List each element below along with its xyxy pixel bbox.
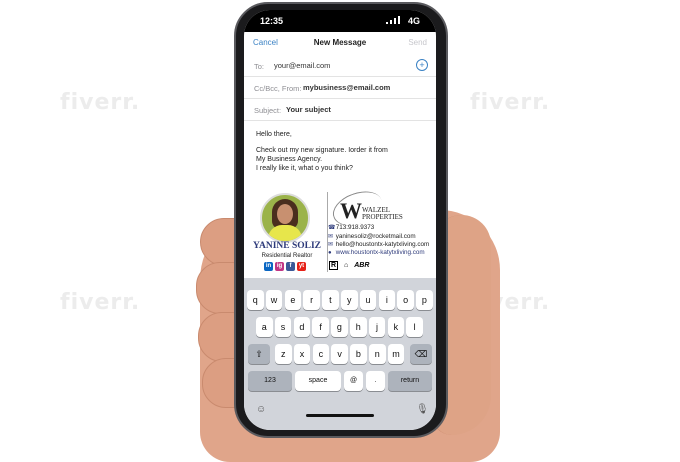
- signature-name: YANINE SOLIZ: [252, 241, 322, 251]
- watermark: fiverr.: [60, 90, 141, 115]
- key-n[interactable]: n: [369, 344, 386, 364]
- key-c[interactable]: c: [312, 344, 330, 364]
- backspace-icon: ⌫: [414, 349, 428, 359]
- phone-icon: ☎: [328, 225, 336, 231]
- signature-website: ● www.houstontx-katytxliving.com: [328, 249, 425, 256]
- to-input[interactable]: your@email.com: [274, 61, 330, 70]
- key-u[interactable]: u: [359, 290, 377, 310]
- compose-title: New Message: [313, 38, 367, 47]
- key-a[interactable]: a: [256, 317, 273, 337]
- realtor-badges: R ⌂ ABR: [329, 261, 373, 270]
- cc-field[interactable]: Cc/Bcc, From: mybusiness@email.com: [244, 77, 436, 99]
- key-g[interactable]: g: [331, 317, 348, 337]
- key-h[interactable]: h: [350, 317, 367, 337]
- key-m[interactable]: m: [387, 344, 405, 364]
- website-link[interactable]: www.houstontx-katytxliving.com: [336, 249, 425, 256]
- compose-nav: Cancel New Message Send: [244, 32, 436, 54]
- signature-phone: ☎ 713.918.9373: [328, 224, 374, 231]
- key-o[interactable]: o: [397, 290, 414, 310]
- key-v[interactable]: v: [331, 344, 348, 364]
- phone-number: 713.918.9373: [335, 224, 375, 231]
- key-i[interactable]: i: [378, 290, 396, 310]
- mail-icon: ✉: [328, 234, 334, 240]
- watermark: fiverr.: [60, 290, 141, 315]
- body-greeting: Hello there,: [256, 131, 292, 138]
- shift-icon: ⇧: [255, 349, 263, 359]
- key-w[interactable]: w: [265, 290, 283, 310]
- shift-key[interactable]: ⇧: [248, 344, 270, 364]
- cc-label: Cc/Bcc, From:: [254, 84, 302, 93]
- key-y[interactable]: y: [341, 290, 358, 310]
- key-p[interactable]: p: [416, 290, 433, 310]
- watermark: fiverr.: [470, 90, 551, 115]
- body-line: Check out my new signature. Iorder it fr…: [256, 147, 388, 154]
- status-bar: 12:35 4G: [244, 10, 436, 32]
- subject-input[interactable]: Your subject: [286, 105, 331, 114]
- abr-icon: ABR: [354, 262, 370, 269]
- signature-divider: [327, 192, 328, 272]
- globe-icon: ●: [328, 250, 332, 256]
- space-key[interactable]: space: [295, 371, 341, 391]
- microphone-icon[interactable]: 🎙: [416, 404, 429, 415]
- body-line: I really like it, what o you think?: [256, 165, 353, 172]
- key-z[interactable]: z: [275, 344, 292, 364]
- email-address[interactable]: yaninesoliz@rocketmail.com: [336, 233, 416, 240]
- period-key[interactable]: .: [366, 371, 385, 391]
- keyboard: qwertyuiop asdfghjkl zxcvbnm ⇧ ⌫ 123 spa…: [244, 278, 436, 430]
- signature-email: ✉ yaninesoliz@rocketmail.com: [328, 233, 416, 240]
- add-contact-icon[interactable]: +: [416, 59, 428, 71]
- status-network: 4G: [407, 16, 420, 26]
- key-r[interactable]: r: [303, 290, 320, 310]
- send-button[interactable]: Send: [408, 38, 427, 47]
- subject-field[interactable]: Subject: Your subject: [244, 99, 436, 121]
- key-j[interactable]: j: [368, 317, 386, 337]
- subject-label: Subject:: [254, 106, 282, 115]
- facebook-icon[interactable]: f: [286, 262, 295, 271]
- avatar: [260, 193, 310, 243]
- company-name-line2: PROPERTIES: [362, 213, 403, 221]
- key-l[interactable]: l: [406, 317, 423, 337]
- youtube-icon[interactable]: yt: [297, 262, 306, 271]
- key-d[interactable]: d: [293, 317, 311, 337]
- emoji-icon[interactable]: ☺: [256, 404, 266, 415]
- key-b[interactable]: b: [350, 344, 367, 364]
- key-q[interactable]: q: [247, 290, 264, 310]
- equal-housing-icon: ⌂: [344, 262, 349, 269]
- key-f[interactable]: f: [312, 317, 329, 337]
- to-label: To:: [254, 62, 265, 71]
- home-indicator: [306, 414, 374, 417]
- signature-email: ✉ hello@houstontx-katytxliving.com: [328, 241, 429, 248]
- mail-icon: ✉: [328, 242, 334, 248]
- at-key[interactable]: @: [344, 371, 363, 391]
- key-s[interactable]: s: [274, 317, 292, 337]
- cc-input[interactable]: mybusiness@email.com: [303, 83, 390, 92]
- numbers-key[interactable]: 123: [248, 371, 292, 391]
- notch: [294, 10, 386, 28]
- key-e[interactable]: e: [284, 290, 302, 310]
- realtor-icon: R: [329, 261, 339, 270]
- email-address[interactable]: hello@houstontx-katytxliving.com: [336, 241, 430, 248]
- body-line: My Business Agency.: [256, 156, 323, 163]
- phone-screen: 12:35 4G Cancel New Message Send To: you…: [244, 10, 436, 430]
- backspace-key[interactable]: ⌫: [410, 344, 432, 364]
- company-logo: W: [340, 198, 362, 223]
- status-time: 12:35: [260, 16, 284, 26]
- signal-icon: [386, 16, 400, 24]
- key-k[interactable]: k: [387, 317, 405, 337]
- linkedin-icon[interactable]: in: [264, 262, 273, 271]
- return-key[interactable]: return: [388, 371, 432, 391]
- instagram-icon[interactable]: ig: [275, 262, 284, 271]
- to-field[interactable]: To: your@email.com +: [244, 55, 436, 77]
- company-name: WALZEL PROPERTIES: [362, 207, 403, 221]
- key-x[interactable]: x: [293, 344, 311, 364]
- signature-role: Residential Realtor: [261, 253, 313, 259]
- key-t[interactable]: t: [322, 290, 339, 310]
